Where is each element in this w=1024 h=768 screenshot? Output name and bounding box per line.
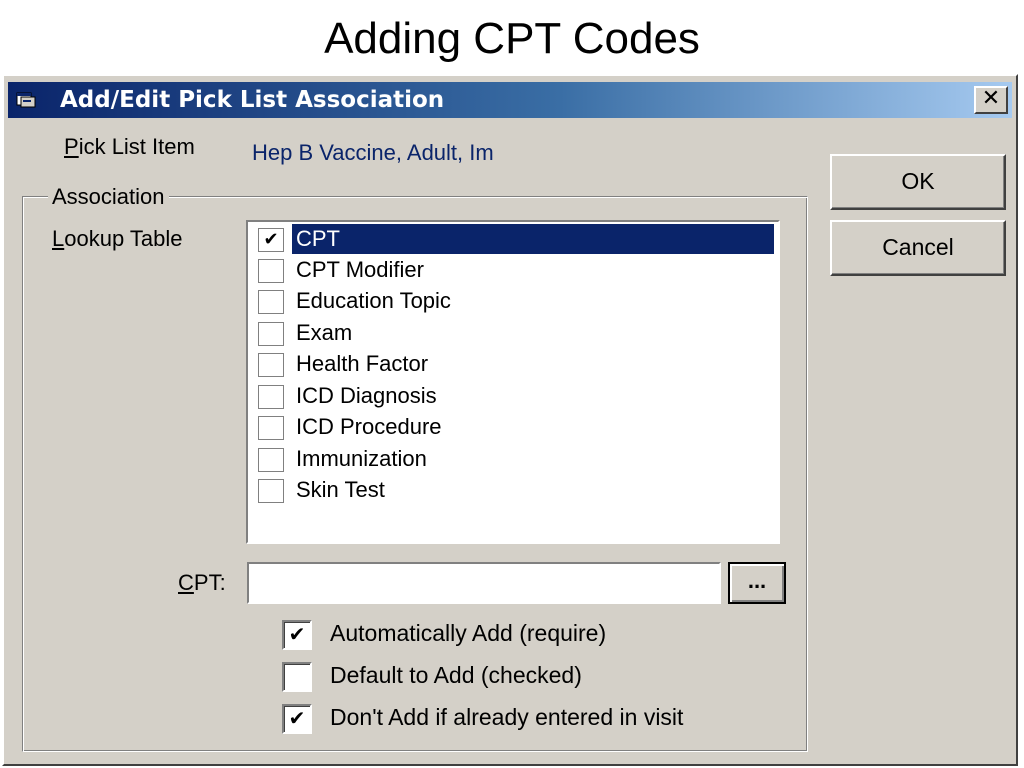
dont-add-if-entered-checkbox[interactable]: ✔ xyxy=(282,704,312,734)
lookup-item-health-factor[interactable]: Health Factor xyxy=(254,349,774,379)
lookup-item-cpt[interactable]: ✔ CPT xyxy=(254,224,774,254)
lookup-item-checkbox[interactable] xyxy=(258,416,284,440)
lookup-item-checkbox[interactable] xyxy=(258,479,284,503)
lookup-item-cpt-modifier[interactable]: CPT Modifier xyxy=(254,255,774,285)
cpt-input[interactable] xyxy=(247,562,721,604)
automatically-add-label: Automatically Add (require) xyxy=(330,620,607,646)
cancel-button[interactable]: Cancel xyxy=(830,220,1006,276)
window-title: Add/Edit Pick List Association xyxy=(60,87,445,113)
lookup-item-label: Health Factor xyxy=(296,351,429,376)
lookup-item-icd-procedure[interactable]: ICD Procedure xyxy=(254,412,774,442)
slide: Adding CPT Codes Add/Edit Pick List Asso… xyxy=(0,0,1024,768)
default-to-add-label: Default to Add (checked) xyxy=(330,662,582,688)
lookup-item-exam[interactable]: Exam xyxy=(254,318,774,348)
lookup-item-checkbox[interactable] xyxy=(258,353,284,377)
dont-add-if-entered-label: Don't Add if already entered in visit xyxy=(330,704,684,730)
lookup-item-label: Skin Test xyxy=(296,477,385,502)
pick-list-item-label-rest: ick List Item xyxy=(78,134,195,159)
close-button[interactable]: ✕ xyxy=(974,86,1008,114)
default-to-add-checkbox[interactable] xyxy=(282,662,312,692)
dialog-window: Add/Edit Pick List Association ✕ Pick Li… xyxy=(2,74,1018,766)
lookup-item-education-topic[interactable]: Education Topic xyxy=(254,286,774,316)
lookup-item-label: Immunization xyxy=(296,446,427,471)
lookup-item-checkbox[interactable] xyxy=(258,259,284,283)
pick-list-item-label: Pick List Item xyxy=(64,134,195,160)
close-icon: ✕ xyxy=(981,86,1001,111)
lookup-item-label: CPT xyxy=(292,224,774,254)
lookup-item-label: ICD Diagnosis xyxy=(296,383,437,408)
lookup-item-immunization[interactable]: Immunization xyxy=(254,444,774,474)
pick-list-item-label-accel: P xyxy=(64,134,79,159)
lookup-item-label: Exam xyxy=(296,320,353,345)
lookup-item-skin-test[interactable]: Skin Test xyxy=(254,475,774,505)
cpt-label-rest: PT: xyxy=(193,570,226,595)
lookup-item-label: CPT Modifier xyxy=(296,257,424,282)
cpt-browse-button[interactable]: ... xyxy=(728,562,786,604)
cpt-label-accel: C xyxy=(178,570,194,595)
window-titlebar[interactable]: Add/Edit Pick List Association ✕ xyxy=(8,82,1012,118)
window-app-icon xyxy=(16,92,36,108)
lookup-item-icd-diagnosis[interactable]: ICD Diagnosis xyxy=(254,381,774,411)
lookup-table-label-rest: ookup Table xyxy=(64,226,183,251)
lookup-item-checkbox[interactable] xyxy=(258,322,284,346)
lookup-item-label: ICD Procedure xyxy=(296,414,442,439)
slide-title: Adding CPT Codes xyxy=(324,14,700,63)
lookup-table-label: Lookup Table xyxy=(52,226,183,252)
ok-button[interactable]: OK xyxy=(830,154,1006,210)
automatically-add-checkbox[interactable]: ✔ xyxy=(282,620,312,650)
association-legend: Association xyxy=(48,184,169,210)
lookup-item-checkbox[interactable] xyxy=(258,290,284,314)
cpt-label: CPT: xyxy=(178,570,226,596)
lookup-item-checkbox[interactable] xyxy=(258,385,284,409)
lookup-table-label-accel: L xyxy=(52,226,65,251)
lookup-item-label: Education Topic xyxy=(296,288,451,313)
lookup-item-checkbox[interactable]: ✔ xyxy=(258,228,284,252)
pick-list-item-value: Hep B Vaccine, Adult, Im xyxy=(252,140,494,165)
lookup-item-checkbox[interactable] xyxy=(258,448,284,472)
lookup-table-listbox[interactable]: ✔ CPT CPT Modifier Education Topic Exam … xyxy=(246,220,780,544)
